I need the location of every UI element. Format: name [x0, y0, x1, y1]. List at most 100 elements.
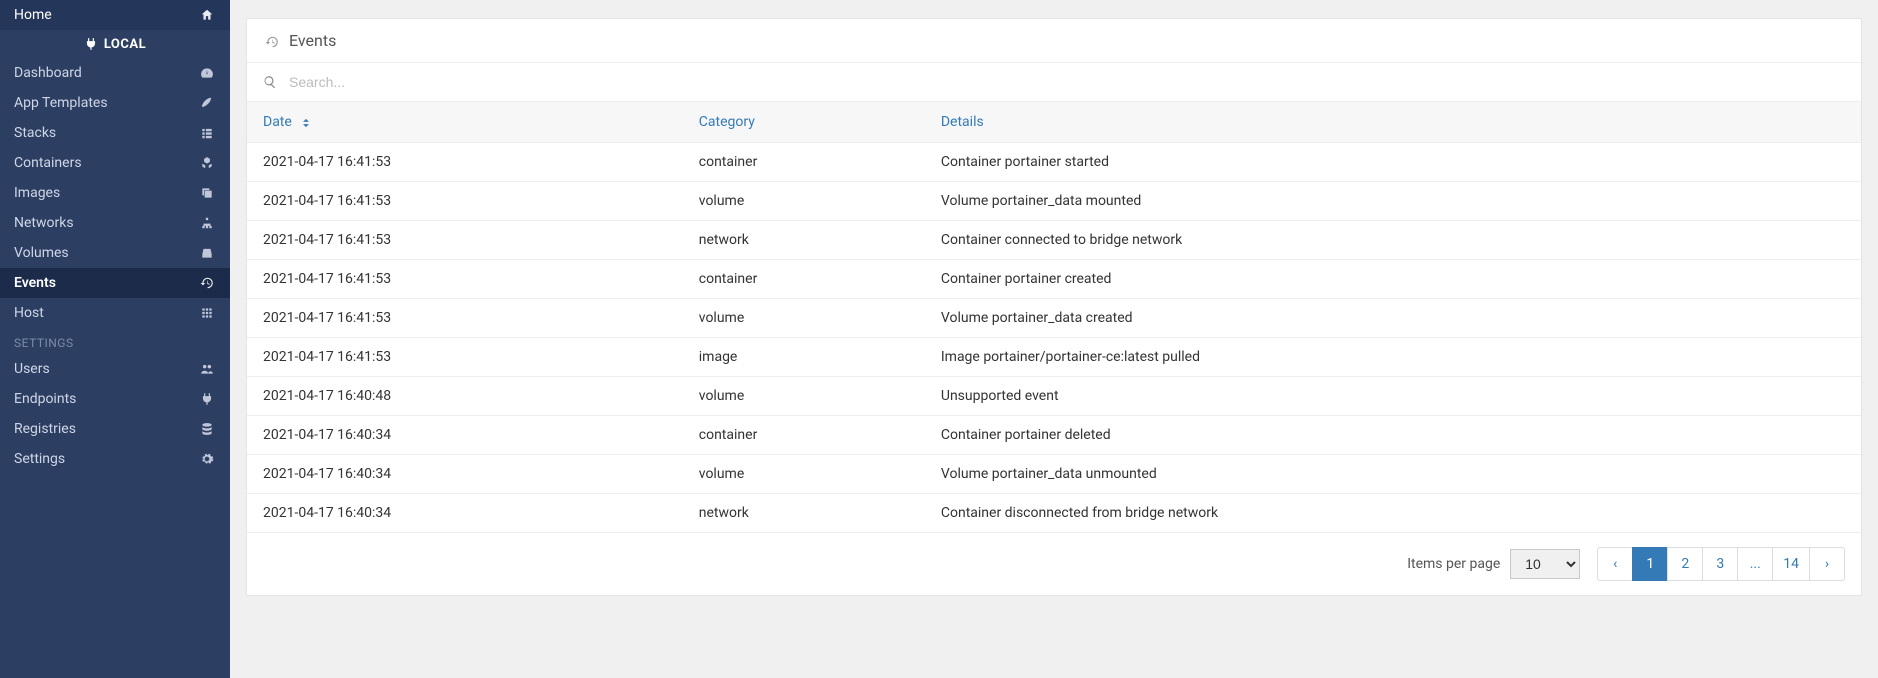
- sidebar-item-label: Home: [14, 7, 52, 23]
- rocket-icon: [198, 96, 216, 111]
- sidebar-item-label: Volumes: [14, 245, 69, 261]
- search-input[interactable]: [287, 73, 1845, 91]
- page-1[interactable]: 1: [1632, 547, 1668, 581]
- sidebar-item-label: Users: [14, 361, 50, 377]
- cell-details: Unsupported event: [925, 377, 1861, 416]
- items-per-page-label: Items per page: [1407, 556, 1500, 572]
- sidebar-item-events[interactable]: Events: [0, 268, 230, 298]
- cell-details: Volume portainer_data unmounted: [925, 455, 1861, 494]
- cell-category: container: [683, 260, 925, 299]
- cell-date: 2021-04-17 16:40:34: [247, 494, 683, 533]
- cell-category: network: [683, 221, 925, 260]
- sidebar-item-label: Settings: [14, 451, 65, 467]
- table-row: 2021-04-17 16:41:53volumeVolume portaine…: [247, 182, 1861, 221]
- sidebar-item-networks[interactable]: Networks: [0, 208, 230, 238]
- cell-category: volume: [683, 299, 925, 338]
- database-icon: [198, 422, 216, 437]
- sidebar-item-label: Stacks: [14, 125, 56, 141]
- page-next[interactable]: ›: [1809, 547, 1845, 581]
- cell-date: 2021-04-17 16:41:53: [247, 338, 683, 377]
- cell-details: Container connected to bridge network: [925, 221, 1861, 260]
- col-details[interactable]: Details: [925, 102, 1861, 143]
- gauge-icon: [198, 66, 216, 81]
- sidebar-item-host[interactable]: Host: [0, 298, 230, 328]
- sidebar-item-label: Containers: [14, 155, 82, 171]
- page-2[interactable]: 2: [1667, 547, 1703, 581]
- cell-details: Container disconnected from bridge netwo…: [925, 494, 1861, 533]
- sidebar: Home LOCAL Dashboard App Templates Stacks C…: [0, 0, 230, 678]
- table-row: 2021-04-17 16:40:34volumeVolume portaine…: [247, 455, 1861, 494]
- sidebar-item-label: Registries: [14, 421, 76, 437]
- table-row: 2021-04-17 16:40:34containerContainer po…: [247, 416, 1861, 455]
- sidebar-item-volumes[interactable]: Volumes: [0, 238, 230, 268]
- cell-date: 2021-04-17 16:41:53: [247, 182, 683, 221]
- items-per-page-select[interactable]: 10: [1510, 549, 1580, 579]
- grid-icon: [198, 306, 216, 321]
- sidebar-item-label: Networks: [14, 215, 74, 231]
- cell-details: Volume portainer_data mounted: [925, 182, 1861, 221]
- sidebar-item-stacks[interactable]: Stacks: [0, 118, 230, 148]
- cell-category: image: [683, 338, 925, 377]
- sidebar-item-images[interactable]: Images: [0, 178, 230, 208]
- sidebar-item-label: Dashboard: [14, 65, 82, 81]
- search-bar: [247, 62, 1861, 101]
- cell-category: network: [683, 494, 925, 533]
- hdd-icon: [198, 246, 216, 261]
- table-row: 2021-04-17 16:41:53containerContainer po…: [247, 260, 1861, 299]
- panel-title: Events: [247, 19, 1861, 62]
- search-icon: [263, 74, 277, 90]
- col-category[interactable]: Category: [683, 102, 925, 143]
- table-row: 2021-04-17 16:41:53networkContainer conn…: [247, 221, 1861, 260]
- sidebar-item-label: Endpoints: [14, 391, 76, 407]
- cell-date: 2021-04-17 16:41:53: [247, 221, 683, 260]
- sitemap-icon: [198, 216, 216, 231]
- sidebar-item-label: App Templates: [14, 95, 108, 111]
- pagination: ‹123...14›: [1598, 547, 1845, 581]
- cell-details: Container portainer deleted: [925, 416, 1861, 455]
- plug-icon: [84, 36, 98, 52]
- cell-category: volume: [683, 182, 925, 221]
- cell-details: Container portainer created: [925, 260, 1861, 299]
- events-panel: Events Date Category Details: [246, 18, 1862, 596]
- home-icon: [198, 8, 216, 23]
- cell-date: 2021-04-17 16:41:53: [247, 260, 683, 299]
- table-row: 2021-04-17 16:41:53imageImage portainer/…: [247, 338, 1861, 377]
- sidebar-environment: LOCAL: [0, 30, 230, 58]
- table-row: 2021-04-17 16:41:53containerContainer po…: [247, 143, 1861, 182]
- cell-details: Image portainer/portainer-ce:latest pull…: [925, 338, 1861, 377]
- plug-icon: [198, 392, 216, 407]
- sidebar-item-dashboard[interactable]: Dashboard: [0, 58, 230, 88]
- sidebar-item-label: Host: [14, 305, 44, 321]
- sidebar-settings-header: SETTINGS: [0, 328, 230, 354]
- sidebar-item-endpoints[interactable]: Endpoints: [0, 384, 230, 414]
- clone-icon: [198, 186, 216, 201]
- sort-icon: [299, 115, 313, 129]
- table-row: 2021-04-17 16:40:34networkContainer disc…: [247, 494, 1861, 533]
- sidebar-item-users[interactable]: Users: [0, 354, 230, 384]
- cell-date: 2021-04-17 16:41:53: [247, 299, 683, 338]
- cell-category: volume: [683, 377, 925, 416]
- sidebar-item-containers[interactable]: Containers: [0, 148, 230, 178]
- cell-date: 2021-04-17 16:40:34: [247, 455, 683, 494]
- sidebar-item-home[interactable]: Home: [0, 0, 230, 30]
- panel-title-text: Events: [289, 31, 336, 50]
- sidebar-item-app-templates[interactable]: App Templates: [0, 88, 230, 118]
- page-prev[interactable]: ‹: [1597, 547, 1633, 581]
- sidebar-item-label: Events: [14, 275, 56, 291]
- cell-details: Volume portainer_data created: [925, 299, 1861, 338]
- page-14[interactable]: 14: [1772, 547, 1810, 581]
- sidebar-env-label: LOCAL: [104, 37, 146, 52]
- page-ellipsis: ...: [1737, 547, 1773, 581]
- sidebar-item-label: Images: [14, 185, 60, 201]
- cogs-icon: [198, 452, 216, 467]
- page-3[interactable]: 3: [1702, 547, 1738, 581]
- users-icon: [198, 362, 216, 377]
- sidebar-item-registries[interactable]: Registries: [0, 414, 230, 444]
- table-row: 2021-04-17 16:40:48volumeUnsupported eve…: [247, 377, 1861, 416]
- table-row: 2021-04-17 16:41:53volumeVolume portaine…: [247, 299, 1861, 338]
- cell-date: 2021-04-17 16:40:48: [247, 377, 683, 416]
- history-icon: [198, 276, 216, 291]
- col-date[interactable]: Date: [247, 102, 683, 143]
- cell-category: volume: [683, 455, 925, 494]
- sidebar-item-settings[interactable]: Settings: [0, 444, 230, 474]
